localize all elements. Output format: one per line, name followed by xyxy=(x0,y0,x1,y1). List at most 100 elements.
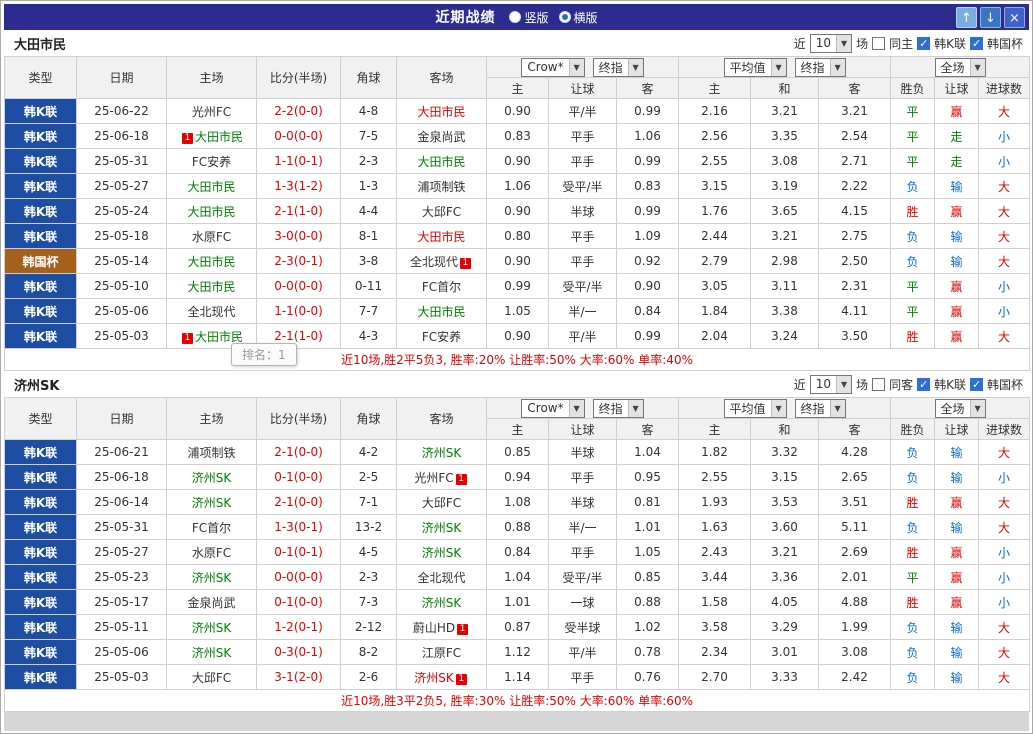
cup-checkbox[interactable] xyxy=(969,377,983,391)
team-name[interactable]: FC首尔 xyxy=(192,521,231,535)
league-type-cell: 韩K联 xyxy=(4,464,77,490)
move-up-button[interactable]: ↑ xyxy=(956,6,977,28)
team-name[interactable]: 浦项制铁 xyxy=(417,180,465,194)
handicap-result-cell: 赢 xyxy=(934,273,980,299)
team-name[interactable]: 光州FC xyxy=(414,471,453,485)
cup-checkbox[interactable] xyxy=(969,36,983,50)
away-team-cell: 济州SK xyxy=(396,589,487,615)
avg-away-cell: 4.28 xyxy=(818,439,892,465)
scope-select[interactable]: 全场 ▼ xyxy=(934,398,986,418)
team-name[interactable]: 大田市民 xyxy=(195,130,243,144)
team-name[interactable]: FC安养 xyxy=(192,155,231,169)
team-name[interactable]: 济州SK xyxy=(192,571,232,585)
away-team-cell: 全北现代 1 xyxy=(396,248,487,274)
avg-draw-cell: 3.01 xyxy=(750,639,820,665)
avg-draw-cell: 3.21 xyxy=(750,539,820,565)
team-name[interactable]: 大田市民 xyxy=(417,155,465,169)
scope-select[interactable]: 全场 ▼ xyxy=(934,57,986,77)
avg-away-cell: 2.71 xyxy=(818,148,892,174)
team-name[interactable]: 济州SK xyxy=(192,621,232,635)
average-stage-select[interactable]: 终指 ▼ xyxy=(794,57,846,77)
team-name[interactable]: 大田市民 xyxy=(417,305,465,319)
col-goals: 进球数 xyxy=(978,418,1031,440)
team-name[interactable]: 大田市民 xyxy=(187,280,235,294)
col-avg-away: 客 xyxy=(818,77,892,99)
team-name[interactable]: 蔚山HD xyxy=(413,621,455,635)
team-name[interactable]: 济州SK xyxy=(422,546,462,560)
bookmaker-select[interactable]: Crow* ▼ xyxy=(521,57,585,77)
handicap-result-cell: 输 xyxy=(934,664,980,690)
bookmaker-select[interactable]: Crow* ▼ xyxy=(521,398,585,418)
avg-away-cell: 4.11 xyxy=(818,298,892,324)
radio-vertical-icon[interactable] xyxy=(509,11,522,23)
home-odds-cell: 0.94 xyxy=(486,464,549,490)
team-name[interactable]: 大田市民 xyxy=(417,105,465,119)
match-row: 韩K联 25-05-27 大田市民 1-3(1-2) 1-3 浦项制铁 1.06 受平/半 0.… xyxy=(4,173,1031,199)
team-name[interactable]: 江原FC xyxy=(422,646,461,660)
team-name[interactable]: 大田市民 xyxy=(417,230,465,244)
handicap-cell: 受平/半 xyxy=(548,273,617,299)
match-row: 韩K联 25-05-06 济州SK 0-3(0-1) 8-2 江原FC 1.12 平/半 0.7… xyxy=(4,639,1031,665)
team-name[interactable]: 济州SK xyxy=(192,646,232,660)
team-name[interactable]: 大田市民 xyxy=(187,255,235,269)
team-name[interactable]: FC安养 xyxy=(422,330,461,344)
same-venue-checkbox[interactable] xyxy=(872,36,886,50)
team-name[interactable]: 大田市民 xyxy=(187,205,235,219)
league-type-cell: 韩K联 xyxy=(4,148,77,174)
team-name[interactable]: 济州SK xyxy=(192,496,232,510)
match-count-select[interactable]: 10 ▼ xyxy=(809,374,853,394)
odds-stage-select[interactable]: 终指 ▼ xyxy=(592,57,644,77)
radio-horizontal[interactable]: 横版 xyxy=(558,9,598,26)
team-name[interactable]: 大田市民 xyxy=(195,330,243,344)
kleague-checkbox[interactable] xyxy=(917,377,931,391)
team-name[interactable]: 浦项制铁 xyxy=(187,446,235,460)
match-count-select[interactable]: 10 ▼ xyxy=(809,33,853,53)
move-down-button[interactable]: ↓ xyxy=(980,6,1001,28)
team-name[interactable]: 济州SK xyxy=(422,596,462,610)
result-cell: 平 xyxy=(890,564,936,590)
team-name[interactable]: 全北现代 xyxy=(410,255,458,269)
date-cell: 25-05-06 xyxy=(76,639,167,665)
team-name[interactable]: 光州FC xyxy=(192,105,231,119)
team-name[interactable]: 金泉尚武 xyxy=(187,596,235,610)
team-name[interactable]: 水原FC xyxy=(192,230,231,244)
col-avg-home: 主 xyxy=(678,77,752,99)
odds-stage-select[interactable]: 终指 ▼ xyxy=(592,398,644,418)
team-name[interactable]: 济州SK xyxy=(414,671,454,685)
home-team-cell: 济州SK xyxy=(166,614,257,640)
handicap-result-cell: 赢 xyxy=(934,298,980,324)
match-row: 韩K联 25-05-17 金泉尚武 0-1(0-0) 7-3 济州SK 1.01 一球 0.88… xyxy=(4,589,1031,615)
date-cell: 25-06-21 xyxy=(76,439,167,465)
radio-vertical[interactable]: 竖版 xyxy=(509,9,549,26)
team-name[interactable]: 济州SK xyxy=(422,446,462,460)
team-name[interactable]: 大田市民 xyxy=(187,180,235,194)
team-name[interactable]: 全北现代 xyxy=(187,305,235,319)
team-name[interactable]: 水原FC xyxy=(192,546,231,560)
team-name[interactable]: 济州SK xyxy=(192,471,232,485)
close-button[interactable]: × xyxy=(1004,6,1025,28)
same-venue-checkbox[interactable] xyxy=(872,377,886,391)
away-odds-cell: 1.04 xyxy=(615,439,680,465)
team-name[interactable]: 全北现代 xyxy=(417,571,465,585)
scope-header: 全场 ▼ xyxy=(890,397,1031,419)
score-cell: 1-1(0-0) xyxy=(256,298,341,324)
team-name[interactable]: 大邱FC xyxy=(422,496,461,510)
team-name[interactable]: 金泉尚武 xyxy=(417,130,465,144)
average-select[interactable]: 平均值 ▼ xyxy=(723,57,787,77)
kleague-checkbox[interactable] xyxy=(917,36,931,50)
away-team-cell: 金泉尚武 xyxy=(396,123,487,149)
score-cell: 3-1(2-0) xyxy=(256,664,341,690)
date-cell: 25-05-18 xyxy=(76,223,167,249)
radio-horizontal-icon[interactable] xyxy=(558,11,571,23)
average-stage-select[interactable]: 终指 ▼ xyxy=(794,398,846,418)
average-select[interactable]: 平均值 ▼ xyxy=(723,398,787,418)
home-team-cell: 济州SK xyxy=(166,564,257,590)
result-cell: 负 xyxy=(890,514,936,540)
date-cell: 25-06-14 xyxy=(76,489,167,515)
team-name[interactable]: 大邱FC xyxy=(192,671,231,685)
team-name[interactable]: 济州SK xyxy=(422,521,462,535)
avg-draw-cell: 3.21 xyxy=(750,223,820,249)
team-name[interactable]: 大邱FC xyxy=(422,205,461,219)
team-name[interactable]: FC首尔 xyxy=(422,280,461,294)
date-cell: 25-05-24 xyxy=(76,198,167,224)
